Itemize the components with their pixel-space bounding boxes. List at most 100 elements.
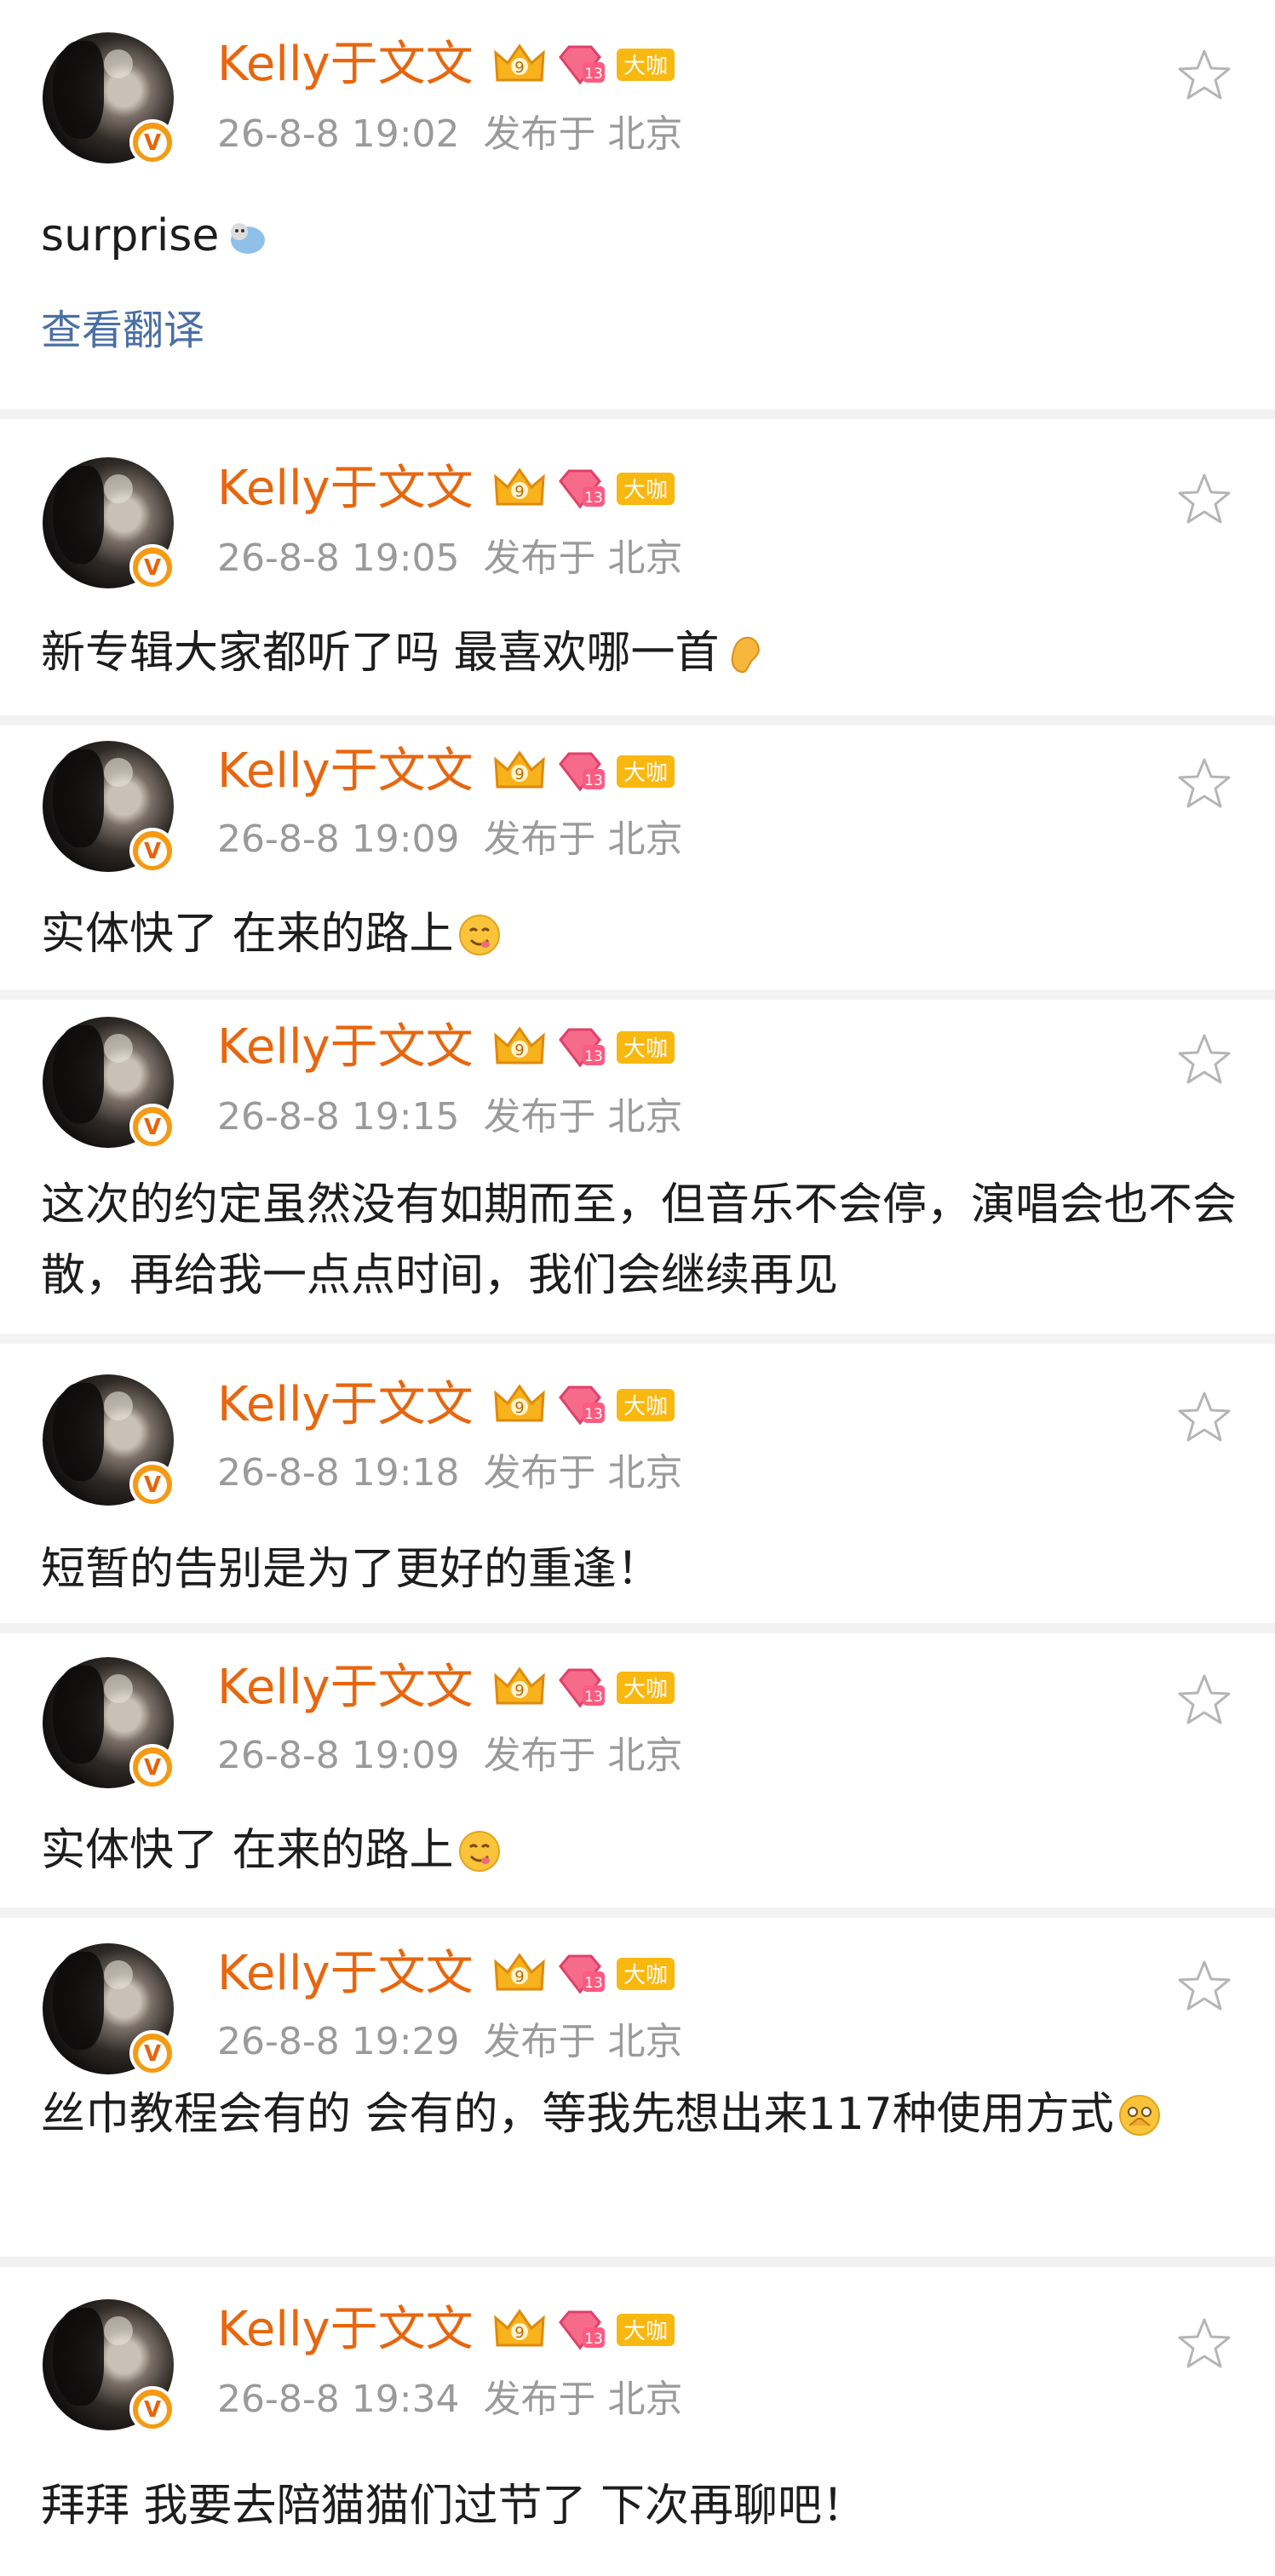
svg-text:9: 9	[514, 59, 524, 77]
user-badges: 9 13 大咖	[492, 748, 675, 795]
post-location: 发布于 北京	[483, 2020, 683, 2063]
username[interactable]: Kelly于文文	[217, 748, 474, 795]
crown-level-icon: 9	[494, 43, 545, 82]
star-icon[interactable]	[1175, 46, 1233, 104]
star-icon[interactable]	[1175, 1388, 1233, 1446]
post-location: 发布于 北京	[483, 1095, 683, 1139]
svg-text:9: 9	[514, 1041, 524, 1059]
post-meta: 26-8-8 19:15 发布于 北京	[217, 1099, 683, 1136]
crown-level-icon: 9	[494, 468, 545, 506]
verified-badge-icon: V	[129, 544, 175, 590]
separator	[0, 1623, 1275, 1633]
verified-badge-icon: V	[129, 1104, 175, 1150]
post-card: V Kelly于文文 9 13 大咖 26-8-8 19:18 发布于 北京 短暂…	[0, 1344, 1275, 1623]
vip-badge: 大咖	[617, 473, 675, 505]
post-text: 新专辑大家都听了吗 最喜欢哪一首	[41, 618, 1241, 689]
crown-level-icon: 9	[494, 1384, 545, 1422]
star-icon[interactable]	[1175, 2315, 1233, 2372]
post-meta: 26-8-8 19:05 发布于 北京	[217, 540, 683, 577]
svg-text:9: 9	[514, 1968, 524, 1986]
svg-text:13: 13	[584, 490, 603, 507]
cat-fish-emoji-icon	[231, 223, 266, 254]
verified-badge-icon: V	[129, 2386, 175, 2432]
star-icon[interactable]	[1175, 470, 1233, 528]
post-card: V Kelly于文文 9 13 大咖 26-8-8 19:09 发布于 北京 实体…	[0, 1633, 1275, 1908]
post-card: V Kelly于文文 9 13 大咖 26-8-8 19:02 发布于 北京 su…	[0, 0, 1275, 409]
crown-level-icon: 9	[494, 1953, 545, 1991]
svg-text:13: 13	[584, 2331, 603, 2348]
post-text: 拜拜 我要去陪猫猫们过节了 下次再聊吧！	[41, 2481, 867, 2532]
user-badges: 9 13 大咖	[492, 1664, 675, 1712]
post-meta: 26-8-8 19:02 发布于 北京	[217, 116, 683, 153]
post-card: V Kelly于文文 9 13 大咖 26-8-8 19:34 发布于 北京 拜拜…	[0, 2267, 1275, 2576]
post-card: V Kelly于文文 9 13 大咖 26-8-8 19:05 发布于 北京 新专…	[0, 419, 1275, 715]
username[interactable]: Kelly于文文	[217, 41, 474, 89]
user-badges: 9 13 大咖	[492, 465, 675, 513]
vip-badge: 大咖	[617, 49, 675, 81]
separator	[0, 990, 1275, 1000]
svg-text:13: 13	[584, 772, 603, 789]
post-meta: 26-8-8 19:09 发布于 北京	[217, 821, 683, 858]
separator	[0, 2257, 1275, 2267]
post-location: 发布于 北京	[483, 2378, 683, 2421]
verified-badge-icon: V	[129, 1461, 175, 1507]
gem-level-icon: 13	[559, 1386, 605, 1426]
separator	[0, 1334, 1275, 1344]
post-location: 发布于 北京	[483, 536, 683, 580]
username[interactable]: Kelly于文文	[217, 1381, 474, 1429]
post-location: 发布于 北京	[483, 818, 683, 861]
crown-level-icon: 9	[494, 750, 545, 789]
post-time: 26-8-8 19:02	[217, 112, 460, 156]
post-time: 26-8-8 19:09	[217, 1734, 460, 1777]
separator	[0, 409, 1275, 419]
crown-level-icon: 9	[494, 2309, 545, 2347]
svg-text:9: 9	[514, 1682, 524, 1700]
pleading-face-emoji-icon	[1118, 2095, 1160, 2136]
post-card: V Kelly于文文 9 13 大咖 26-8-8 19:29 发布于 北京 丝巾…	[0, 1918, 1275, 2257]
post-text: surprise	[41, 201, 1241, 272]
gem-level-icon: 13	[559, 1028, 605, 1068]
star-icon[interactable]	[1175, 1030, 1233, 1088]
verified-badge-icon: V	[129, 2030, 175, 2076]
username[interactable]: Kelly于文文	[217, 1024, 474, 1071]
star-icon[interactable]	[1175, 1957, 1233, 2015]
username[interactable]: Kelly于文文	[217, 1950, 474, 1998]
post-meta: 26-8-8 19:34 发布于 北京	[217, 2381, 683, 2418]
verified-badge-icon: V	[129, 828, 175, 874]
username[interactable]: Kelly于文文	[217, 465, 474, 513]
yummy-face-emoji-icon	[458, 915, 500, 955]
translate-link[interactable]: 查看翻译	[41, 310, 204, 351]
user-badges: 9 13 大咖	[492, 41, 675, 89]
verified-badge-icon: V	[129, 119, 175, 165]
post-location: 发布于 北京	[483, 112, 683, 156]
post-card: V Kelly于文文 9 13 大咖 26-8-8 19:15 发布于 北京 这次…	[0, 1000, 1275, 1334]
post-meta: 26-8-8 19:18 发布于 北京	[217, 1454, 683, 1492]
post-text: 实体快了 在来的路上	[41, 899, 1241, 970]
yummy-face-emoji-icon	[458, 1831, 500, 1872]
svg-text:13: 13	[584, 1689, 603, 1706]
post-text: 短暂的告别是为了更好的重逢！	[41, 1544, 662, 1595]
gem-level-icon: 13	[559, 2310, 605, 2350]
gem-level-icon: 13	[559, 469, 605, 509]
post-time: 26-8-8 19:15	[217, 1095, 460, 1139]
gem-level-icon: 13	[559, 1954, 605, 1994]
user-badges: 9 13 大咖	[492, 1381, 675, 1429]
svg-text:13: 13	[584, 66, 603, 83]
username[interactable]: Kelly于文文	[217, 1664, 474, 1712]
post-time: 26-8-8 19:09	[217, 818, 460, 861]
star-icon[interactable]	[1175, 754, 1233, 812]
post-time: 26-8-8 19:34	[217, 2378, 460, 2421]
svg-text:9: 9	[514, 2324, 524, 2342]
vip-badge: 大咖	[617, 1389, 675, 1421]
star-icon[interactable]	[1175, 1671, 1233, 1729]
username[interactable]: Kelly于文文	[217, 2306, 474, 2354]
vip-badge: 大咖	[617, 1031, 675, 1064]
svg-text:9: 9	[514, 483, 524, 501]
post-time: 26-8-8 19:29	[217, 2020, 460, 2063]
separator	[0, 715, 1275, 726]
svg-text:13: 13	[584, 1975, 603, 1992]
ear-emoji-icon	[731, 636, 760, 674]
post-time: 26-8-8 19:18	[217, 1451, 460, 1495]
crown-level-icon: 9	[494, 1667, 545, 1705]
user-badges: 9 13 大咖	[492, 1024, 675, 1071]
